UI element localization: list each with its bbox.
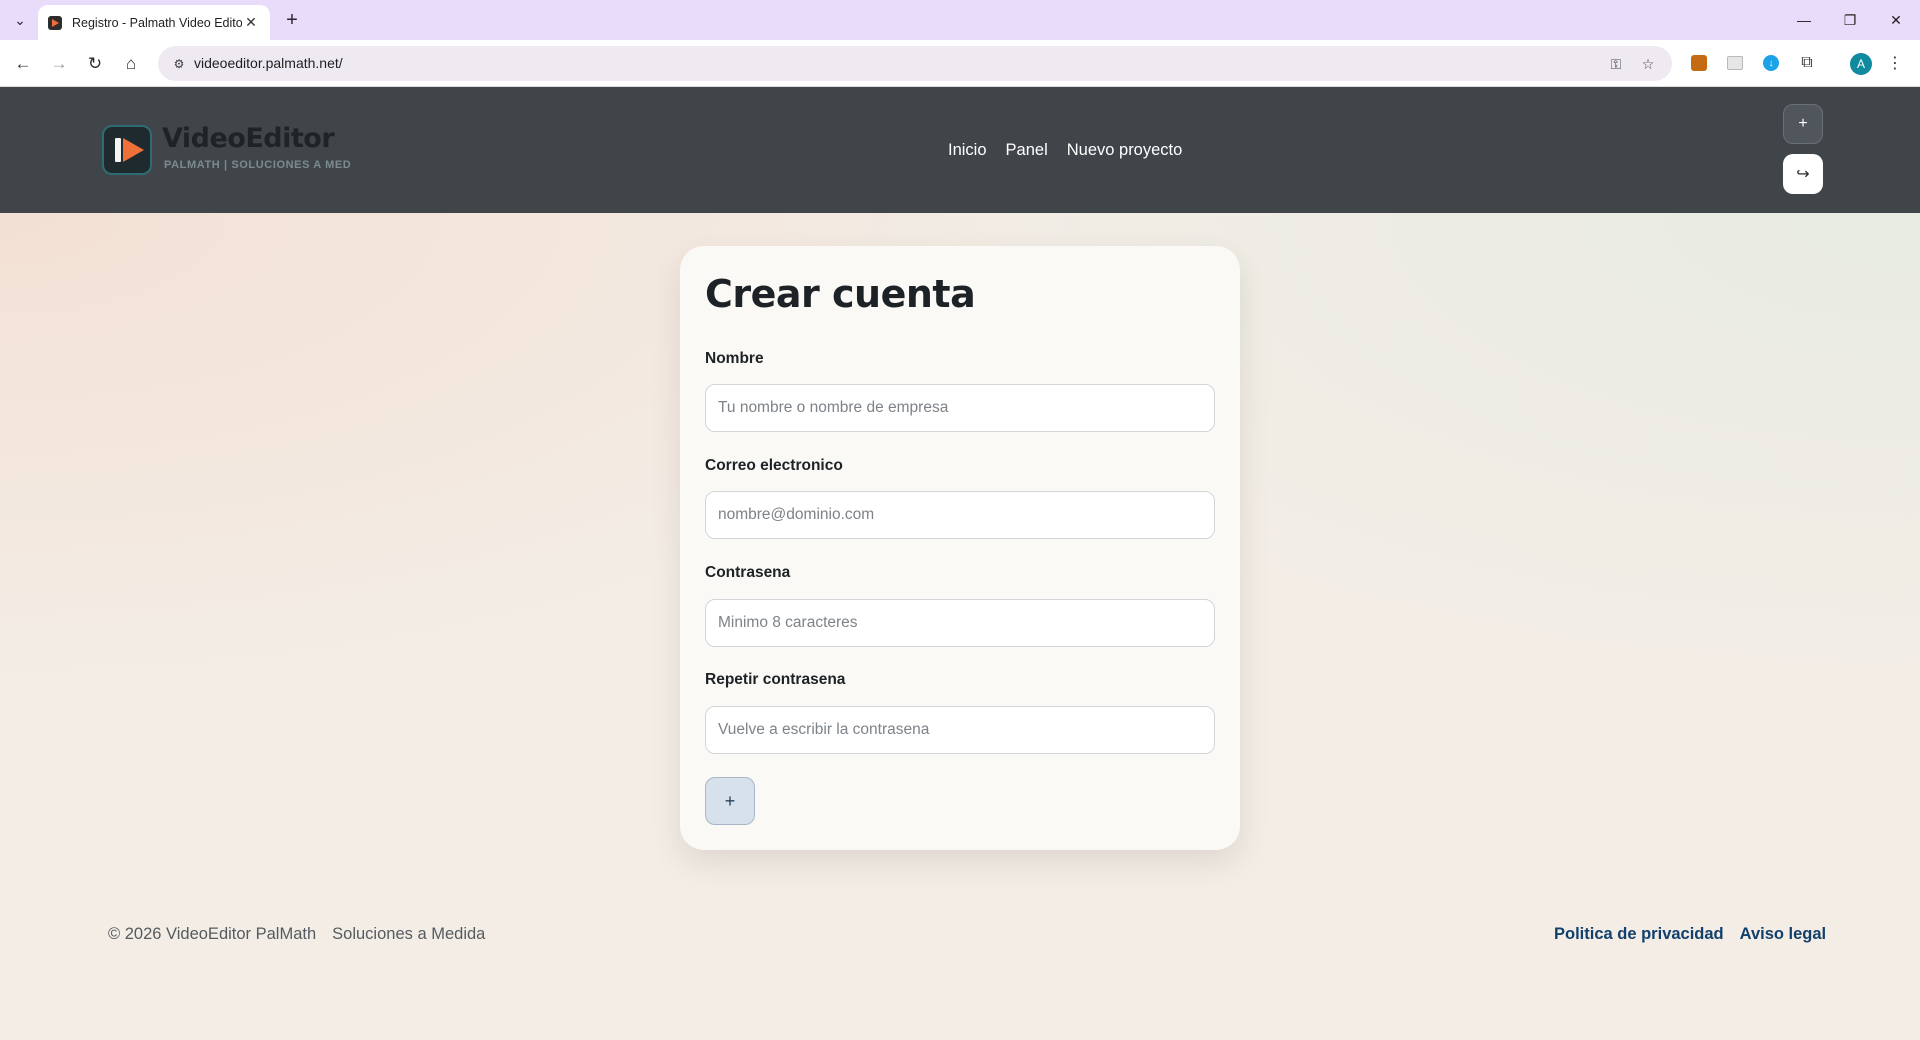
add-button[interactable]: + [1783, 104, 1823, 144]
menu-dots-icon[interactable]: ⋮ [1884, 52, 1906, 74]
main-nav: Inicio Panel Nuevo proyecto [948, 141, 1182, 160]
download-icon[interactable]: ↓ [1760, 52, 1782, 74]
page-title: Crear cuenta [705, 272, 976, 316]
repeat-password-label: Repetir contrasena [705, 671, 846, 688]
name-label: Nombre [705, 350, 764, 367]
tab-close-icon[interactable]: ✕ [242, 14, 260, 31]
tab-list-icon[interactable]: ⌄ [8, 8, 32, 32]
footer-tagline: Soluciones a Medida [332, 925, 486, 943]
forward-icon[interactable]: → [44, 49, 74, 79]
create-account-button[interactable]: + [705, 777, 755, 825]
register-card: Crear cuenta Nombre Correo electronico C… [680, 246, 1240, 850]
close-icon[interactable]: ✕ [1873, 0, 1919, 40]
name-field[interactable] [705, 384, 1215, 432]
password-key-icon[interactable]: ⚿ [1606, 54, 1626, 74]
nav-link-nuevo-proyecto[interactable]: Nuevo proyecto [1067, 141, 1183, 160]
email-field[interactable] [705, 491, 1215, 539]
extension-icon[interactable] [1688, 52, 1710, 74]
extension-icon[interactable] [1724, 52, 1746, 74]
browser-toolbar: ← → ↻ ⌂ ⚙ videoeditor.palmath.net/ ⚿ ☆ ↓… [0, 40, 1920, 87]
back-icon[interactable]: ← [8, 49, 38, 79]
favicon-icon [48, 15, 62, 30]
reload-icon[interactable]: ↻ [80, 49, 110, 79]
privacy-policy-link[interactable]: Politica de privacidad [1554, 925, 1724, 944]
nav-link-inicio[interactable]: Inicio [948, 141, 987, 160]
main-content: Crear cuenta Nombre Correo electronico C… [0, 213, 1920, 1040]
logo-icon[interactable] [102, 125, 152, 175]
tab-title: Registro - Palmath Video Editor [72, 15, 242, 30]
email-label: Correo electronico [705, 457, 843, 474]
home-icon[interactable]: ⌂ [116, 49, 146, 79]
bookmark-star-icon[interactable]: ☆ [1638, 54, 1658, 74]
browser-tab[interactable]: Registro - Palmath Video Editor ✕ [38, 5, 270, 40]
url-text[interactable]: videoeditor.palmath.net/ [194, 55, 343, 71]
footer-links: Politica de privacidad Aviso legal [1554, 925, 1826, 944]
avatar[interactable]: A [1850, 53, 1872, 75]
logo-subtitle: PALMATH | SOLUCIONES A MED [164, 159, 352, 171]
nav-link-panel[interactable]: Panel [1006, 141, 1048, 160]
logo-title[interactable]: VideoEditor [162, 123, 335, 154]
browser-tab-bar: ⌄ Registro - Palmath Video Editor ✕ + — … [0, 0, 1920, 40]
login-button[interactable]: ↪ [1783, 154, 1823, 194]
repeat-password-field[interactable] [705, 706, 1215, 754]
minimize-icon[interactable]: — [1781, 0, 1827, 40]
site-info-icon[interactable]: ⚙ [170, 55, 188, 73]
site-header: VideoEditor PALMATH | SOLUCIONES A MED I… [0, 87, 1920, 213]
footer-copyright: © 2026 VideoEditor PalMath [108, 925, 317, 943]
footer-left: © 2026 VideoEditor PalMath Soluciones a … [108, 925, 485, 944]
new-tab-button[interactable]: + [278, 6, 306, 34]
password-label: Contrasena [705, 564, 791, 581]
restore-icon[interactable]: ❐ [1827, 0, 1873, 40]
address-bar[interactable]: ⚙ videoeditor.palmath.net/ ⚿ ☆ [158, 46, 1672, 81]
puzzle-icon[interactable]: ⧉ [1796, 52, 1818, 74]
password-field[interactable] [705, 599, 1215, 647]
legal-notice-link[interactable]: Aviso legal [1740, 925, 1827, 944]
